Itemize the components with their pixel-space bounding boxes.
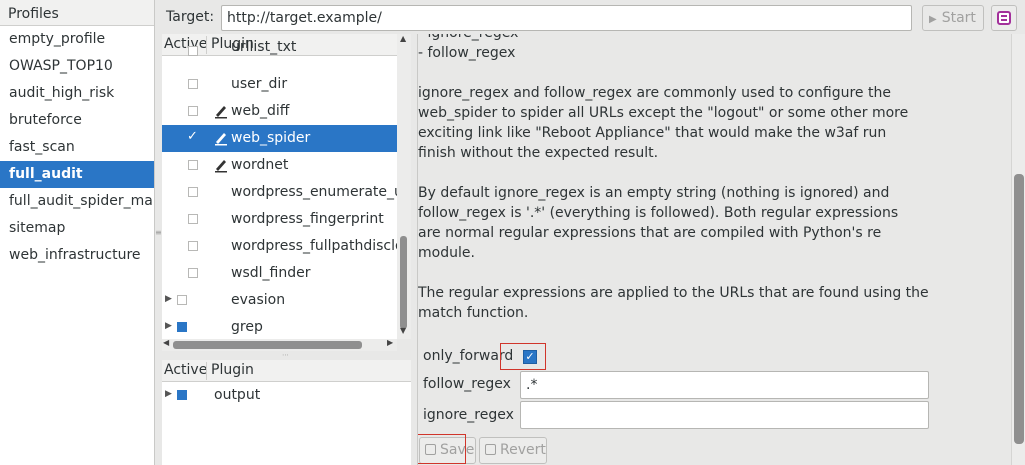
plugin-row-urllist-txt[interactable]: urllist_txt xyxy=(162,39,397,71)
plugin-checkbox-partial[interactable] xyxy=(177,390,187,400)
plugins-horizontal-scrollbar[interactable]: ◀ ▶ xyxy=(162,338,397,351)
only-forward-checkbox[interactable]: ✓ xyxy=(523,350,537,364)
plugin-label: output xyxy=(214,387,261,403)
revert-button[interactable]: Revert xyxy=(479,437,547,464)
plugin-checkbox[interactable] xyxy=(188,241,198,251)
profile-item-owasp-top10[interactable]: OWASP_TOP10 xyxy=(0,53,154,80)
plugin-row-wordpress-fingerprint[interactable]: wordpress_fingerprint xyxy=(162,206,397,233)
edit-pencil-icon xyxy=(215,106,227,119)
description-line: By default ignore_regex is an empty stri… xyxy=(418,185,890,201)
profile-config-button[interactable] xyxy=(991,5,1017,31)
description-line: finish without the expected result. xyxy=(418,145,659,161)
description-line: web_spider to spider all URLs except the… xyxy=(418,105,909,121)
description-line: The regular expressions are applied to t… xyxy=(418,285,929,301)
pane-resize-handle[interactable]: ≡ xyxy=(155,229,162,240)
profile-item-empty-profile[interactable]: empty_profile xyxy=(0,26,154,53)
profile-item-web-infrastructure[interactable]: web_infrastructure xyxy=(0,242,154,269)
plugin-row-user-dir[interactable]: user_dir xyxy=(162,71,397,98)
description-line: exciting link like "Reboot Appliance" th… xyxy=(418,125,887,141)
config-icon xyxy=(997,11,1011,25)
follow-regex-input[interactable]: .* xyxy=(520,371,929,399)
plugins-tree: Active Plugin urllist_txt user_dir web_d… xyxy=(162,34,397,339)
plugin-row-wordpress-fullpathdisclosure[interactable]: wordpress_fullpathdisclos xyxy=(162,233,397,260)
column-header-active[interactable]: Active xyxy=(164,362,207,378)
plugin-row-wordpress-enumerate-users[interactable]: wordpress_enumerate_us xyxy=(162,179,397,206)
plugin-label: user_dir xyxy=(231,76,288,92)
scroll-left-arrow-icon[interactable]: ◀ xyxy=(163,338,169,347)
plugin-checkbox-partial[interactable] xyxy=(177,322,187,332)
ignore-regex-label: ignore_regex xyxy=(423,407,514,423)
expand-arrow-icon[interactable]: ▶ xyxy=(165,389,172,399)
profile-item-fast-scan[interactable]: fast_scan xyxy=(0,134,154,161)
output-plugins-tree: Active Plugin ▶ output xyxy=(162,360,411,465)
plugin-row-wordnet[interactable]: wordnet xyxy=(162,152,397,179)
description-line: - follow_regex xyxy=(418,45,516,61)
scroll-up-arrow-icon[interactable]: ▲ xyxy=(400,34,406,43)
profile-item-audit-high-risk[interactable]: audit_high_risk xyxy=(0,80,154,107)
plugin-label: wordpress_enumerate_us xyxy=(231,184,397,200)
scroll-right-arrow-icon[interactable]: ▶ xyxy=(387,338,393,347)
start-button-label: Start xyxy=(941,10,976,26)
plugins-vertical-scrollbar[interactable]: ▲ ▼ xyxy=(397,34,411,339)
profile-item-bruteforce[interactable]: bruteforce xyxy=(0,107,154,134)
plugin-label: urllist_txt xyxy=(231,39,297,55)
plugin-label: evasion xyxy=(231,292,286,308)
plugin-row-evasion[interactable]: ▶ evasion xyxy=(162,287,397,314)
expand-arrow-icon[interactable]: ▶ xyxy=(165,294,172,304)
plugin-label: web_diff xyxy=(231,103,290,119)
scrollbar-thumb[interactable] xyxy=(173,341,362,349)
plugin-label: grep xyxy=(231,319,263,335)
plugin-label: wordnet xyxy=(231,157,289,173)
scrollbar-thumb[interactable] xyxy=(400,236,407,329)
description-line: match function. xyxy=(418,305,529,321)
plugin-checkbox[interactable] xyxy=(188,46,198,56)
plugin-row-wsdl-finder[interactable]: wsdl_finder xyxy=(162,260,397,287)
profiles-header[interactable]: Profiles xyxy=(0,0,154,26)
ignore-regex-input[interactable] xyxy=(520,401,929,429)
plugin-label: wsdl_finder xyxy=(231,265,311,281)
plugin-label: wordpress_fullpathdisclos xyxy=(231,238,397,254)
plugin-checkbox[interactable] xyxy=(188,214,198,224)
plugin-row-output[interactable]: ▶ output xyxy=(162,382,411,409)
profiles-panel: Profiles empty_profile OWASP_TOP10 audit… xyxy=(0,0,155,465)
profile-item-sitemap[interactable]: sitemap xyxy=(0,215,154,242)
description-line: module. xyxy=(418,245,475,261)
plugin-row-web-spider[interactable]: ✓ web_spider xyxy=(162,125,397,152)
play-icon: ▶ xyxy=(929,14,937,25)
revert-icon xyxy=(485,444,496,455)
plugin-checkbox[interactable] xyxy=(188,268,198,278)
revert-button-label: Revert xyxy=(500,442,546,458)
scrollbar-thumb[interactable] xyxy=(1014,174,1024,444)
description-line: are normal regular expressions that are … xyxy=(418,225,882,241)
edit-pencil-icon xyxy=(215,133,227,146)
edit-pencil-icon xyxy=(215,160,227,173)
plugin-description-pane: - ignore_regex - follow_regex ignore_reg… xyxy=(417,34,1011,465)
description-line: follow_regex is '.*' (everything is foll… xyxy=(418,205,899,221)
expand-arrow-icon[interactable]: ▶ xyxy=(165,321,172,331)
profile-item-full-audit-spider-man[interactable]: full_audit_spider_man xyxy=(0,188,154,215)
highlight-box xyxy=(418,434,466,464)
plugin-checkbox[interactable] xyxy=(188,106,198,116)
plugin-row-grep[interactable]: ▶ grep xyxy=(162,314,397,339)
plugin-checkbox[interactable] xyxy=(188,160,198,170)
plugin-label: web_spider xyxy=(231,130,311,146)
plugin-row-web-diff[interactable]: web_diff xyxy=(162,98,397,125)
plugin-checkbox[interactable] xyxy=(188,187,198,197)
plugin-checkbox-checked[interactable]: ✓ xyxy=(187,129,198,144)
description-vertical-scrollbar[interactable] xyxy=(1011,34,1025,465)
target-url-input[interactable]: http://target.example/ xyxy=(221,5,912,31)
plugin-checkbox[interactable] xyxy=(177,295,187,305)
scroll-down-arrow-icon[interactable]: ▼ xyxy=(400,326,406,335)
pane-resize-handle[interactable]: ⋯ xyxy=(282,351,292,359)
plugin-label: wordpress_fingerprint xyxy=(231,211,384,227)
description-line: ignore_regex and follow_regex are common… xyxy=(418,85,891,101)
output-tree-header: Active Plugin xyxy=(162,360,411,382)
target-label: Target: xyxy=(166,9,215,25)
plugin-checkbox[interactable] xyxy=(188,79,198,89)
profile-item-full-audit[interactable]: full_audit xyxy=(0,161,154,188)
start-button[interactable]: ▶ Start xyxy=(922,5,984,31)
column-header-plugin[interactable]: Plugin xyxy=(211,362,254,378)
follow-regex-label: follow_regex xyxy=(423,376,511,392)
description-line: - ignore_regex xyxy=(418,34,518,43)
